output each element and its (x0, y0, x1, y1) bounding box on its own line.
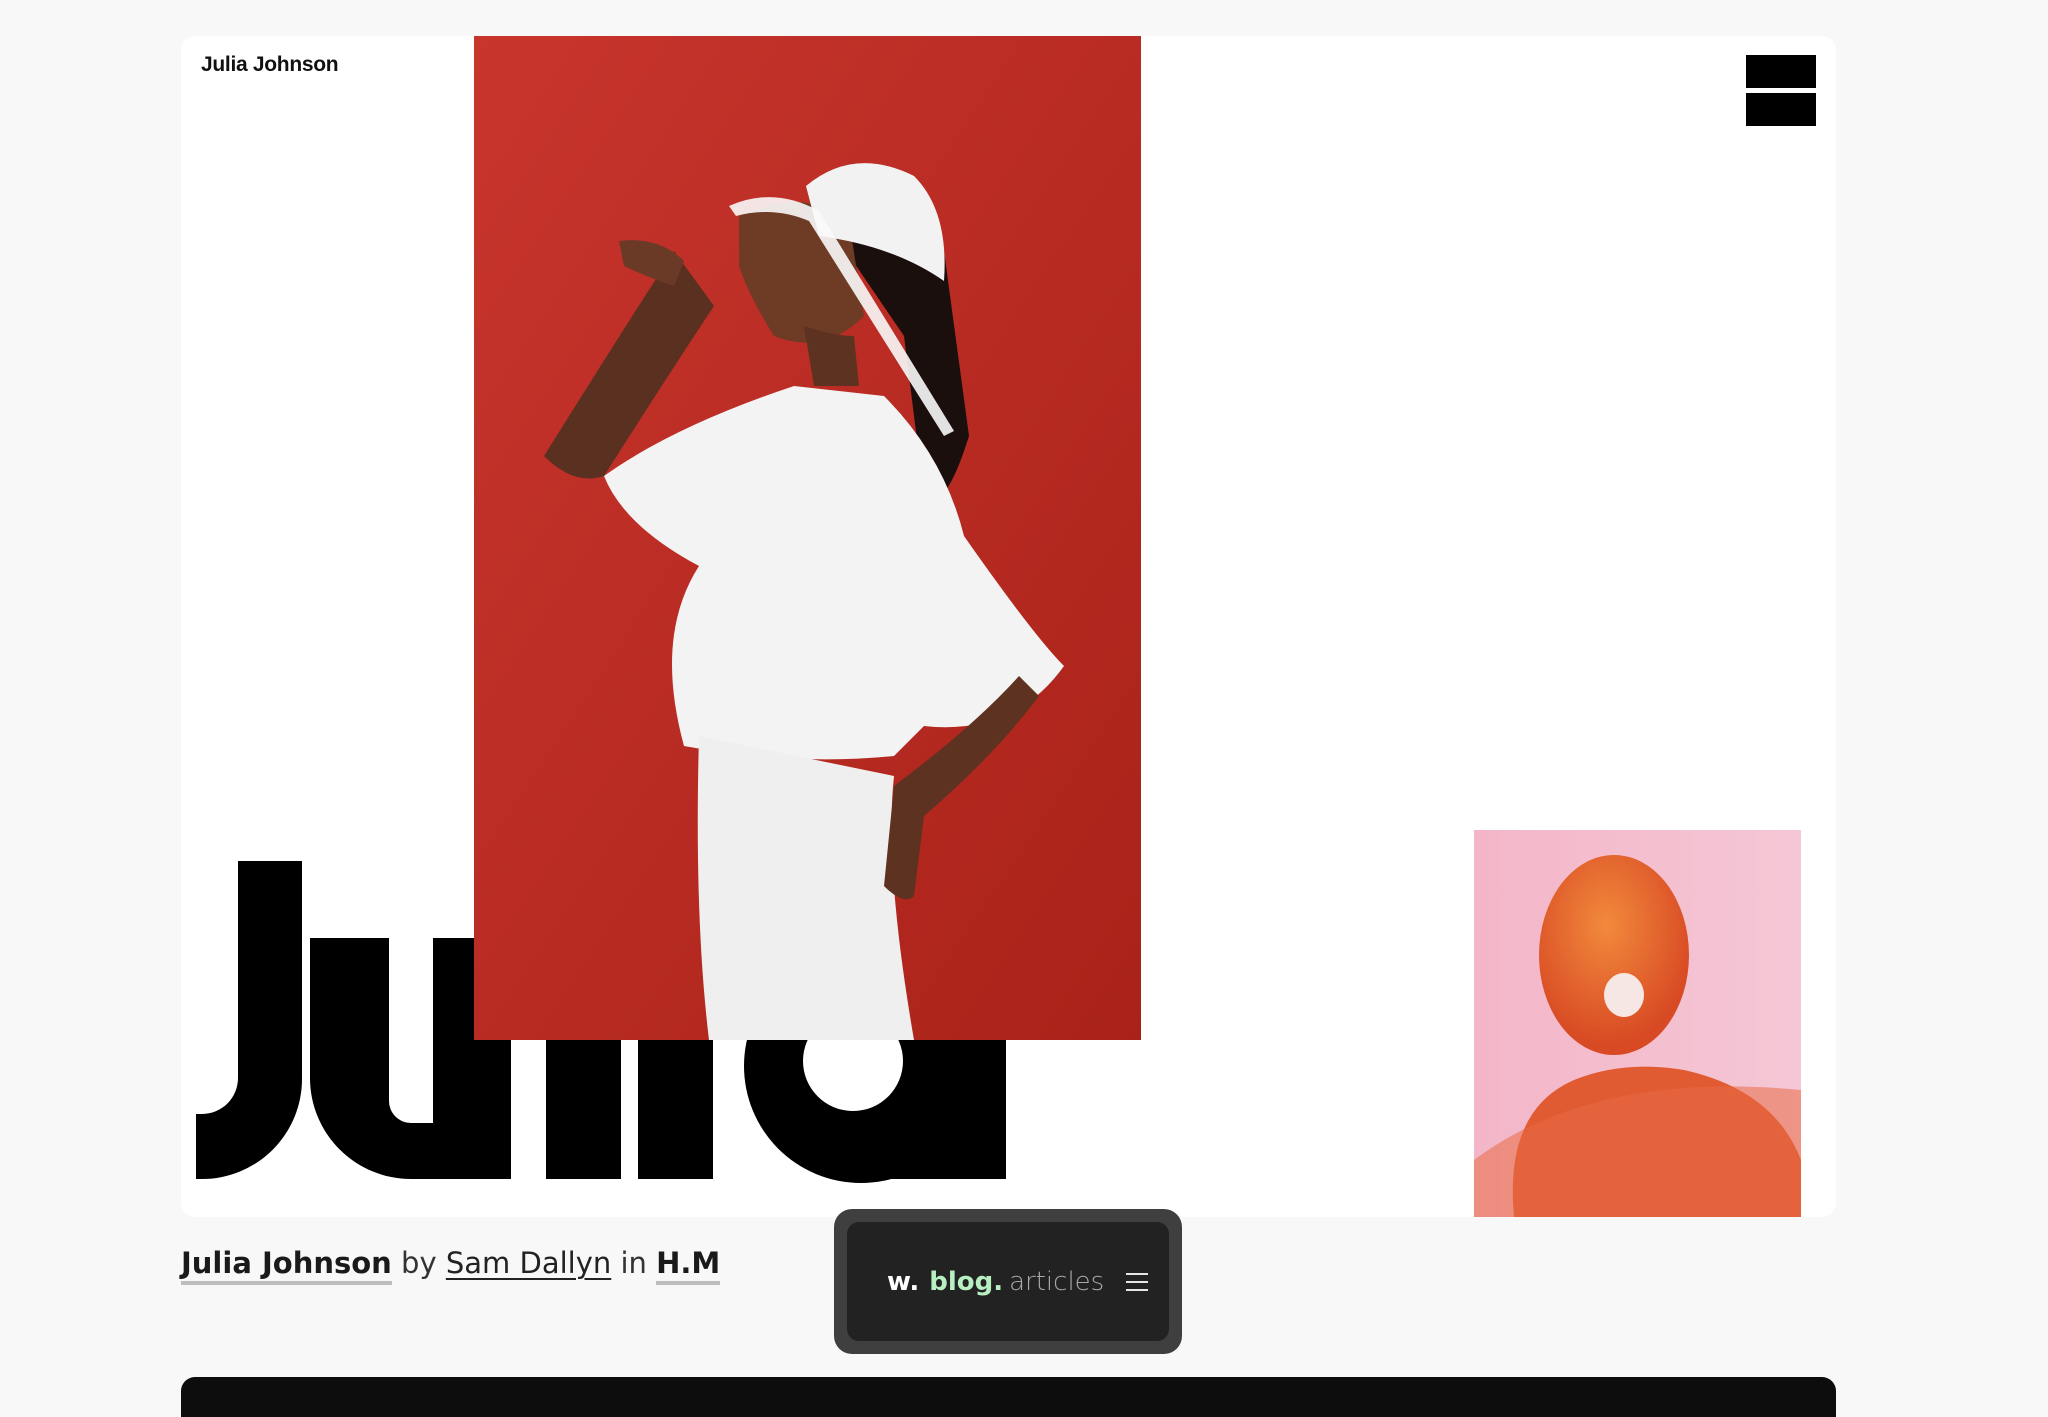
main-photo-image (474, 36, 1141, 1040)
blog-label: blog. (929, 1266, 1004, 1297)
menu-block-bottom (1746, 93, 1816, 126)
side-photo[interactable] (1474, 830, 1801, 1217)
menu-blocks-icon[interactable] (1746, 55, 1816, 126)
article-caption: Julia Johnson by Sam Dallyn in H.M (181, 1246, 721, 1285)
by-label: by (401, 1246, 437, 1280)
blog-widget-inner[interactable]: w. blog. articles (847, 1222, 1169, 1341)
category-link[interactable]: H.M (656, 1246, 721, 1285)
main-photo[interactable] (474, 36, 1141, 1040)
author-link[interactable]: Sam Dallyn (446, 1246, 611, 1280)
articles-label: articles (1009, 1266, 1105, 1297)
article-title-link[interactable]: Julia Johnson (181, 1246, 392, 1285)
menu-block-top (1746, 55, 1816, 88)
hamburger-icon[interactable] (1126, 1272, 1149, 1291)
side-photo-image (1474, 830, 1801, 1217)
footer-bar (181, 1377, 1836, 1417)
in-label: in (620, 1246, 647, 1280)
site-title[interactable]: Julia Johnson (201, 53, 339, 77)
hero-card: Julia Johnson (181, 36, 1836, 1217)
blog-w-label: w. (887, 1266, 920, 1297)
blog-widget[interactable]: w. blog. articles (834, 1209, 1182, 1354)
